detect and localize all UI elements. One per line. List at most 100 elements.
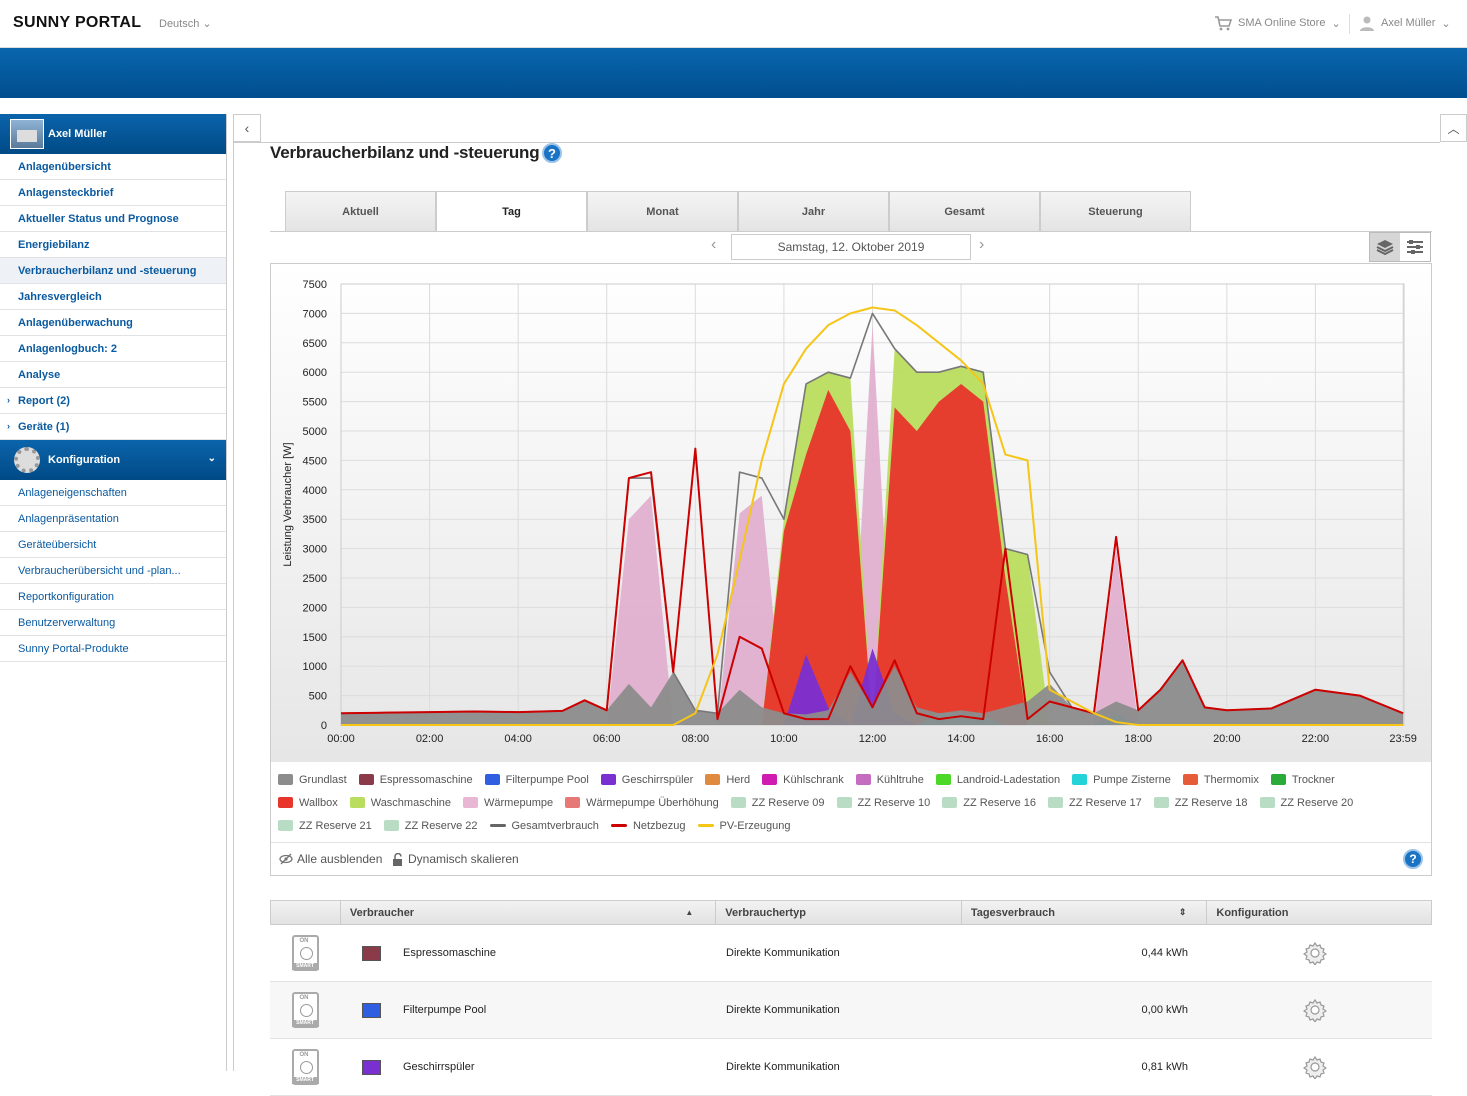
sidebar-item-verbraucherbilanz[interactable]: Verbraucherbilanz und -steuerung <box>0 258 226 284</box>
tab-jahr[interactable]: Jahr <box>738 191 889 231</box>
legend-line-swatch <box>489 824 506 827</box>
tab-gesamt[interactable]: Gesamt <box>889 191 1040 231</box>
online-store-link[interactable]: SMA Online Store ⌄ <box>1214 15 1341 31</box>
config-header[interactable]: Konfiguration ⌄ <box>0 440 226 480</box>
gear-icon[interactable] <box>1303 1055 1327 1079</box>
smart-plug-icon: SMART <box>291 1049 319 1085</box>
header-tagesverbrauch[interactable]: Tagesverbrauch ⇕ <box>962 901 1208 924</box>
sidebar-item-status[interactable]: Aktueller Status und Prognose <box>0 206 226 232</box>
sidebar-item-energiebilanz[interactable]: Energiebilanz <box>0 232 226 258</box>
consumer-type: Direkte Kommunikation <box>726 947 840 959</box>
sidebar-item-logbuch[interactable]: Anlagenlogbuch: 2 <box>0 336 226 362</box>
hide-all-button[interactable]: Alle ausblenden <box>279 852 382 866</box>
stacked-view-button[interactable] <box>1370 233 1400 261</box>
sidebar-item-anlagensteckbrief[interactable]: Anlagensteckbrief <box>0 180 226 206</box>
legend-label: PV-Erzeugung <box>719 819 791 832</box>
collapse-sidebar-button[interactable]: ‹ <box>233 114 261 142</box>
legend-item[interactable]: Kühlschrank <box>762 774 844 786</box>
help-icon[interactable]: ? <box>542 143 562 163</box>
table-row[interactable]: SMART Filterpumpe Pool Direkte Kommunika… <box>270 982 1432 1039</box>
legend-label: ZZ Reserve 16 <box>963 796 1037 809</box>
sort-icon: ⇕ <box>1178 907 1187 917</box>
sidebar-item-verbraucheruebersicht[interactable]: Verbraucherübersicht und -plan... <box>0 558 226 584</box>
consumption-chart: 0 500 1000 1500 2000 2500 3000 3500 4000 4500 5000… <box>271 264 1431 762</box>
legend-item[interactable]: ZZ Reserve 18 <box>1153 796 1248 809</box>
gear-icon[interactable] <box>1303 998 1327 1022</box>
legend-color-swatch <box>358 774 374 785</box>
legend-item[interactable]: ZZ Reserve 17 <box>1048 797 1142 809</box>
help-icon[interactable]: ? <box>1403 849 1423 869</box>
sidebar-item-anlageneigenschaften[interactable]: Anlageneigenschaften <box>0 480 226 506</box>
sidebar-item-report[interactable]: › Report (2) <box>0 388 226 414</box>
legend-row: Grundlast Espressomaschine Filterpumpe Poo… <box>278 768 1418 791</box>
legend-item[interactable]: Wärmepumpe <box>463 797 553 809</box>
sidebar-item-anlagenpraesentation[interactable]: Anlagenpräsentation <box>0 506 226 532</box>
date-picker[interactable]: Samstag, 12. Oktober 2019 <box>731 234 971 260</box>
legend-item[interactable]: Trockner <box>1270 774 1335 786</box>
legend-item[interactable]: Netzbezug <box>610 820 686 832</box>
legend-item[interactable]: Landroid-Ladestation <box>935 774 1060 786</box>
legend-item[interactable]: Wallbox <box>278 797 338 809</box>
dynamic-scale-button[interactable]: Dynamisch skalieren <box>392 852 519 866</box>
legend-item[interactable]: Wärmepumpe Überhöhung <box>565 797 719 809</box>
tab-aktuell[interactable]: Aktuell <box>285 191 436 231</box>
sidebar-item-jahresvergleich[interactable]: Jahresvergleich <box>0 284 226 310</box>
config-cell <box>1198 998 1432 1022</box>
plant-header[interactable]: Axel Müller <box>0 114 226 154</box>
legend-item[interactable]: ZZ Reserve 22 <box>383 819 478 832</box>
prev-day-button[interactable]: ‹ <box>711 236 716 254</box>
gear-icon[interactable] <box>1303 941 1327 965</box>
tab-tag[interactable]: Tag <box>436 191 587 232</box>
sidebar-item-analyse[interactable]: Analyse <box>0 362 226 388</box>
legend-item[interactable]: PV-Erzeugung <box>697 819 791 832</box>
user-menu[interactable]: Axel Müller ⌄ <box>1359 15 1451 31</box>
sunny-portal-logo[interactable]: SUNNY PORTAL <box>13 14 141 32</box>
legend-item[interactable]: Gesamtverbrauch <box>489 820 599 832</box>
tab-monat[interactable]: Monat <box>587 191 738 231</box>
sidebar-item-benutzerverwaltung[interactable]: Benutzerverwaltung <box>0 610 226 636</box>
sidebar-item-geraete[interactable]: › Geräte (1) <box>0 414 226 440</box>
next-day-button[interactable]: › <box>979 236 984 254</box>
legend-label: ZZ Reserve 18 <box>1174 796 1248 809</box>
sidebar-item-anlagenueberwachung[interactable]: Anlagenüberwachung <box>0 310 226 336</box>
language-label: Deutsch <box>159 18 200 30</box>
legend-item[interactable]: Pumpe Zisterne <box>1072 774 1171 786</box>
legend-item[interactable]: Kühltruhe <box>855 774 924 786</box>
sort-asc-icon: ▲ <box>685 908 694 917</box>
tab-steuerung[interactable]: Steuerung <box>1040 191 1191 231</box>
sidebar-item-geraeteuebersicht[interactable]: Geräteübersicht <box>0 532 226 558</box>
device-icon-cell: SMART <box>270 1049 340 1085</box>
legend-label: Espressomaschine <box>379 773 473 786</box>
settings-view-button[interactable] <box>1400 233 1430 261</box>
sidebar-item-anlagenuebersicht[interactable]: Anlagenübersicht <box>0 154 226 180</box>
x-tick-label: 20:00 <box>1213 733 1241 745</box>
legend-item[interactable]: Waschmaschine <box>349 797 451 809</box>
table-row[interactable]: SMART Geschirrspüler Direkte Kommunikati… <box>270 1039 1432 1096</box>
header-verbraucher[interactable]: Verbraucher ▲ <box>341 901 717 924</box>
legend-item[interactable]: ZZ Reserve 20 <box>1259 797 1353 809</box>
consumer-name: Espressomaschine <box>403 947 496 959</box>
legend-item[interactable]: ZZ Reserve 21 <box>278 820 372 832</box>
header-verbrauchertyp[interactable]: Verbrauchertyp <box>716 901 962 924</box>
consumer-type: Direkte Kommunikation <box>726 1004 840 1016</box>
language-select[interactable]: Deutsch ⌄ <box>159 17 212 30</box>
legend-item[interactable]: Thermomix <box>1182 774 1259 786</box>
legend-item[interactable]: Grundlast <box>278 774 347 786</box>
legend-label: ZZ Reserve 21 <box>299 819 372 832</box>
chevron-down-icon: ⌄ <box>1441 17 1451 30</box>
legend-item[interactable]: Espressomaschine <box>358 773 473 786</box>
legend-item[interactable]: Geschirrspüler <box>600 774 693 786</box>
plant-thumbnail <box>10 119 44 149</box>
sidebar-item-reportkonfiguration[interactable]: Reportkonfiguration <box>0 584 226 610</box>
legend-item[interactable]: ZZ Reserve 10 <box>836 797 930 809</box>
legend-label: ZZ Reserve 22 <box>404 819 478 832</box>
legend-item[interactable]: ZZ Reserve 16 <box>942 797 1036 809</box>
collapse-header-button[interactable]: ︿ <box>1440 114 1467 142</box>
legend-item[interactable]: ZZ Reserve 09 <box>730 797 825 809</box>
legend-item[interactable]: Herd <box>705 774 750 786</box>
legend-item[interactable]: Filterpumpe Pool <box>484 774 589 786</box>
table-header: Verbraucher ▲ Verbrauchertyp Tagesverbrau… <box>270 900 1432 925</box>
y-tick-label: 3500 <box>303 514 327 526</box>
table-row[interactable]: SMART Espressomaschine Direkte Kommunika… <box>270 925 1432 982</box>
sidebar-item-produkte[interactable]: Sunny Portal-Produkte <box>0 636 226 662</box>
